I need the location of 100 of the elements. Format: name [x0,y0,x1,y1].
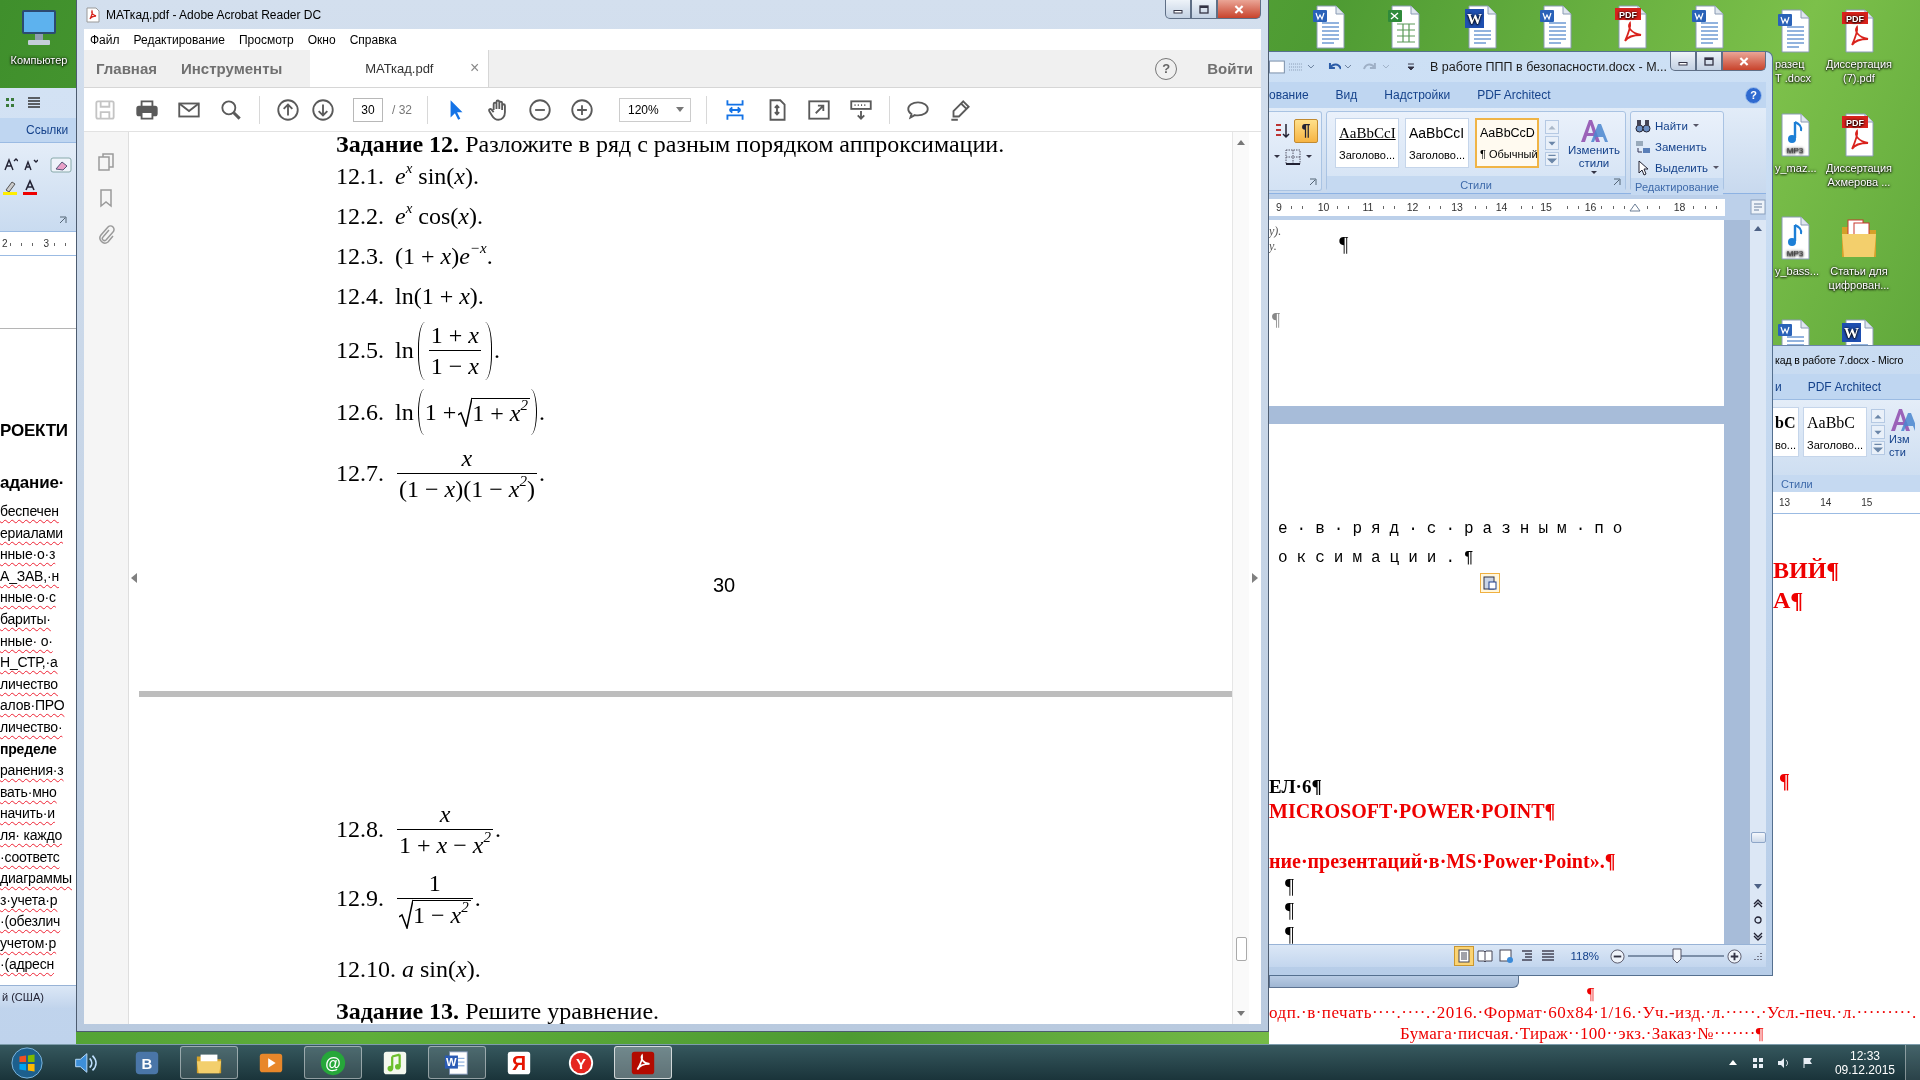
language-indicator[interactable]: й (США) [0,991,44,1003]
page-number-field[interactable]: 30 [353,97,383,122]
scroll-down-icon[interactable] [1237,1011,1245,1016]
ribbon-tab[interactable]: PDF Architect [1477,86,1551,104]
document-tab[interactable]: МАТкад.pdf × [310,50,490,87]
scroll-up-icon[interactable] [1753,224,1763,232]
ribbon-tab[interactable]: Вид [1335,86,1358,104]
change-styles-button[interactable]: Изменить стили [1565,118,1623,176]
grow-font-icon[interactable] [2,157,18,173]
desktop-shortcut[interactable]: Компьютер [2,4,76,67]
slider-thumb[interactable] [1671,948,1682,964]
left-triangle-icon[interactable] [131,573,137,583]
scroll-down-icon[interactable] [1545,136,1559,150]
nav-tab[interactable]: Главная [84,50,169,87]
paste-options-icon[interactable] [1480,573,1500,593]
minimize-button[interactable] [1670,52,1696,71]
book-icon[interactable] [1476,947,1495,965]
paperclip-icon[interactable] [96,224,116,244]
zoom-out-icon[interactable] [527,96,553,123]
circle-icon[interactable] [1753,915,1763,925]
desktop-shortcut[interactable]: PDF Диссертация (7).pdf [1822,8,1896,85]
scroll-up-icon[interactable] [1871,409,1886,423]
nav-tab[interactable]: Инструменты [169,50,295,87]
style-tile[interactable]: AaBbCcD ¶ Обычный [1475,118,1539,168]
help-button[interactable]: ? [1745,86,1762,104]
style-tile[interactable]: AaBbC Заголово... [1803,407,1868,457]
launcher-icon[interactable] [1612,177,1622,187]
taskbar-button[interactable] [614,1046,672,1079]
font-color-icon[interactable] [22,179,38,195]
replace-button[interactable]: Заменить [1635,136,1707,157]
ribbon-tab[interactable]: Надстройки [1384,86,1451,104]
menu-item[interactable]: Просмотр [238,32,294,47]
desktop-shortcut[interactable]: MP3 y_bass... [1775,215,1820,278]
sign-in-button[interactable]: Войти [1207,50,1253,87]
menu-item[interactable]: Справка [349,32,397,47]
eraser-icon[interactable] [50,157,72,173]
flag-icon[interactable] [1801,1056,1814,1069]
maximize-button[interactable] [1696,52,1722,71]
zoom-dropdown[interactable]: 120% [619,97,691,122]
speaker-icon[interactable] [1776,1056,1789,1069]
start-button[interactable] [10,1045,44,1080]
ribbon-tab[interactable]: и [1775,377,1782,396]
style-tile[interactable]: bC во... [1773,407,1799,457]
maximize-button[interactable] [1191,0,1217,19]
scroll-down-icon[interactable] [1753,883,1763,891]
style-tile[interactable]: AaBbCcI Заголово... [1335,118,1399,168]
list-icon[interactable] [26,95,42,111]
caret-icon[interactable] [1305,154,1313,160]
web-layout-icon[interactable] [1497,947,1516,965]
scrollbar-thumb[interactable] [1235,937,1247,961]
ribbon-tab[interactable]: PDF Architect [1807,377,1882,396]
print-layout-icon[interactable] [1455,947,1474,965]
zoom-in-icon[interactable] [1727,948,1742,964]
scrollbar-thumb[interactable] [1750,832,1766,843]
sort-icon[interactable] [1273,122,1291,140]
window-icon[interactable] [1269,60,1285,74]
style-tile[interactable]: AaBbCcI Заголово... [1405,118,1469,168]
highlighter-icon[interactable] [2,179,18,195]
zoom-in-icon[interactable] [569,96,595,123]
find-button[interactable]: Найти [1635,115,1700,136]
more-icon[interactable] [1871,441,1886,455]
borders-icon[interactable] [1284,148,1302,166]
close-button[interactable] [1217,0,1261,19]
desktop-shortcut[interactable]: MP3 y_maz... [1775,112,1817,175]
menu-item[interactable]: Файл [90,32,120,47]
previous-page-icon[interactable] [1753,898,1763,908]
shrink-font-icon[interactable] [22,157,38,173]
clock-date[interactable]: 09.12.2015 [1834,1062,1895,1077]
taskbar-button[interactable] [180,1046,238,1079]
close-button[interactable] [1722,52,1766,71]
right-triangle-icon[interactable] [1252,573,1258,583]
clock-time[interactable]: 12:33 [1849,1048,1880,1063]
next-page-icon[interactable] [1753,932,1763,942]
minimize-button[interactable] [1165,0,1191,19]
customize-caret-icon[interactable] [1407,63,1416,71]
zoom-out-icon[interactable] [1610,948,1625,964]
taskbar-button[interactable]: Я [490,1046,548,1079]
more-icon[interactable] [1545,152,1559,166]
ribbon-tab[interactable]: ование [1269,86,1309,104]
scroll-down-icon[interactable] [1871,425,1886,439]
desktop-shortcut[interactable]: PDF Диссертация Ахмерова ... [1822,112,1896,189]
close-tab-button[interactable]: × [469,59,480,77]
menu-item[interactable]: Редактирование [133,32,225,47]
pdf-app-icon[interactable] [86,6,100,23]
indent-marker-icon[interactable] [1629,202,1641,212]
launcher-icon[interactable] [58,215,68,225]
show-marks-button[interactable]: ¶ [1294,119,1318,143]
dotted-lines-icon[interactable] [1287,60,1304,74]
show-desktop-button[interactable] [1905,1045,1920,1080]
taskbar-button[interactable]: W [428,1046,486,1079]
launcher-icon[interactable] [1308,177,1318,187]
taskbar-button[interactable]: Y [552,1046,610,1079]
select-button[interactable]: Выделить [1635,157,1721,178]
taskbar-button[interactable]: B [118,1046,176,1079]
scroll-up-icon[interactable] [1237,140,1245,145]
caret-icon[interactable] [1273,154,1281,160]
menu-item[interactable]: Окно [307,32,336,47]
zoom-level[interactable]: 118% [1570,950,1599,962]
change-styles-button[interactable]: Изм сти [1889,407,1916,475]
grid-icon[interactable] [1751,1056,1764,1069]
